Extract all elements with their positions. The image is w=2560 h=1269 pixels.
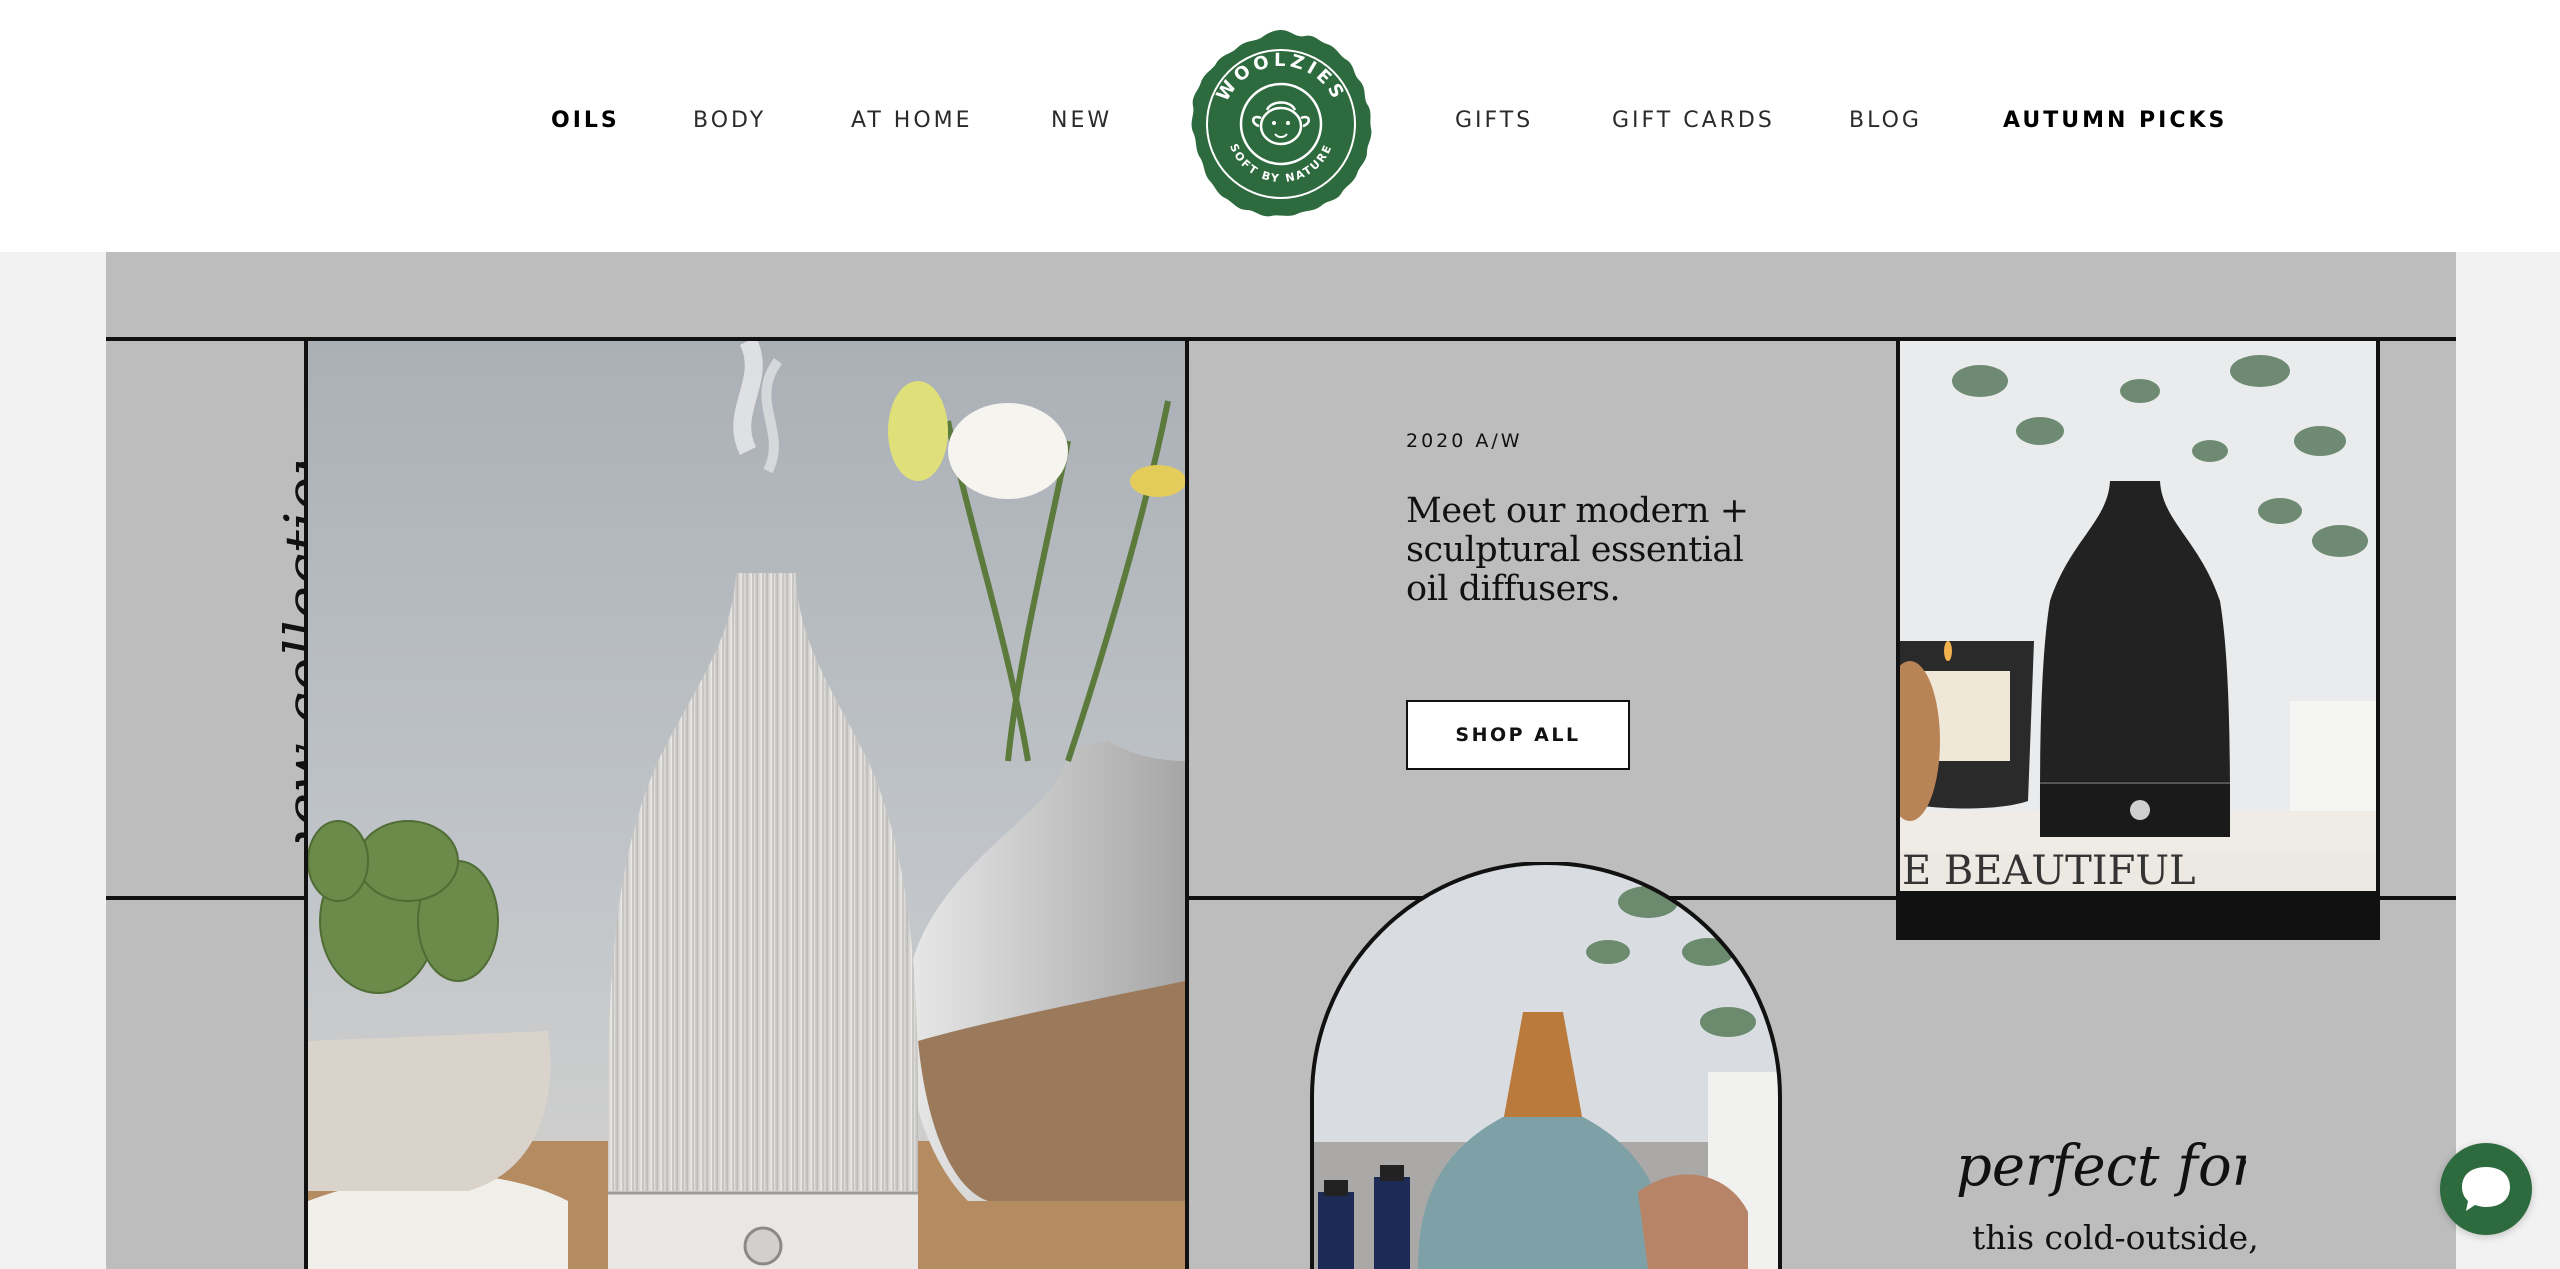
site-header: OILS BODY AT HOME NEW WOOLZIES SOFT BY N…	[0, 0, 2560, 252]
hero-section: new collection 2020 A/W Meet our modern …	[106, 252, 2456, 1269]
shop-all-button[interactable]: SHOP ALL	[1406, 700, 1630, 770]
perfect-for-script: perfect for	[1946, 1107, 2262, 1217]
nav-item-gifts[interactable]: GIFTS	[1455, 106, 1533, 136]
chat-bubble-icon	[2462, 1167, 2510, 1211]
black-diffuser-photo: E BEAUTIFUL	[1896, 337, 2380, 940]
book-title-text: E BEAUTIFUL	[1902, 848, 2196, 894]
svg-text:perfect for: perfect for	[1956, 1134, 2246, 1199]
nav-item-oils[interactable]: OILS	[551, 106, 620, 136]
cold-outside-text: this cold-outside,	[1972, 1218, 2259, 1257]
hero-diffuser-photo	[308, 341, 1185, 1269]
nav-item-at-home[interactable]: AT HOME	[851, 106, 973, 136]
brand-logo[interactable]: WOOLZIES SOFT BY NATURE	[1183, 28, 1379, 220]
nav-item-body[interactable]: BODY	[693, 106, 766, 136]
nav-item-new[interactable]: NEW	[1051, 106, 1112, 136]
chat-button[interactable]	[2440, 1143, 2532, 1235]
collection-eyebrow: 2020 A/W	[1406, 430, 1523, 452]
grid-line-left-mid	[106, 896, 308, 900]
teal-diffuser-photo	[1308, 862, 1784, 1269]
grid-line-v2	[1185, 337, 1189, 1269]
nav-item-blog[interactable]: BLOG	[1849, 106, 1922, 136]
nav-item-autumn-picks[interactable]: AUTUMN PICKS	[2003, 106, 2227, 136]
nav-item-gift-cards[interactable]: GIFT CARDS	[1612, 106, 1775, 136]
logo-badge-icon: WOOLZIES SOFT BY NATURE	[1191, 30, 1372, 217]
hero-headline: Meet our modern + sculptural essential o…	[1406, 491, 1749, 609]
